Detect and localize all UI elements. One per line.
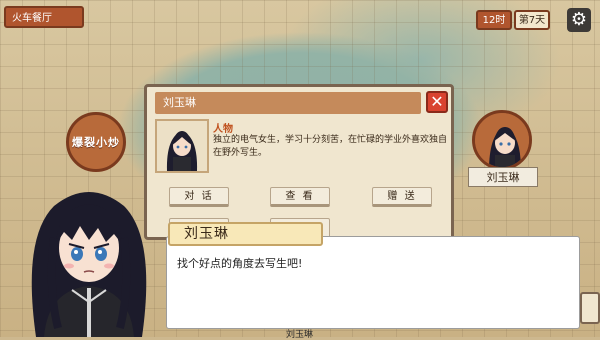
stall-portrait-left[interactable]: 爆裂小炒 — [66, 112, 126, 172]
stall-label: 爆裂小炒 — [72, 136, 120, 149]
panel-title: 刘玉琳 — [155, 92, 421, 114]
dialogue-text: 找个好点的角度去写生吧! — [177, 257, 303, 270]
side-menu-tab[interactable] — [580, 292, 600, 324]
dialogue-box[interactable]: 找个好点的角度去写生吧! — [166, 236, 580, 329]
character-description: 独立的电气女生，学习十分刻苦，在忙碌的学业外喜欢独自在野外写生。 — [213, 135, 448, 158]
close-icon[interactable]: ✕ — [426, 91, 448, 113]
time-display: 12时 — [476, 10, 512, 30]
character-info-panel: 刘玉琳 ✕ 人物 独立的电气女生，学习十分刻苦，在忙碌的学业外喜欢独自在野外写生… — [144, 84, 454, 240]
location-label: 火车餐厅 — [4, 6, 84, 28]
character-card-image — [155, 119, 209, 173]
view-button[interactable]: 查 看 — [270, 187, 330, 207]
talk-button[interactable]: 对 话 — [169, 187, 229, 207]
speaker-character-sprite — [31, 192, 147, 337]
character-portrait-right[interactable] — [472, 110, 532, 170]
character-name-tag[interactable]: 刘玉琳 — [468, 167, 538, 187]
bottom-name-stub: 刘玉琳 — [286, 330, 314, 340]
dialogue-speaker-name: 刘玉琳 — [168, 222, 323, 246]
character-type-label: 人物 — [213, 124, 233, 135]
day-display: 第7天 — [514, 10, 550, 30]
gear-icon[interactable]: ⚙ — [567, 8, 591, 32]
gift-button[interactable]: 赠 送 — [372, 187, 432, 207]
